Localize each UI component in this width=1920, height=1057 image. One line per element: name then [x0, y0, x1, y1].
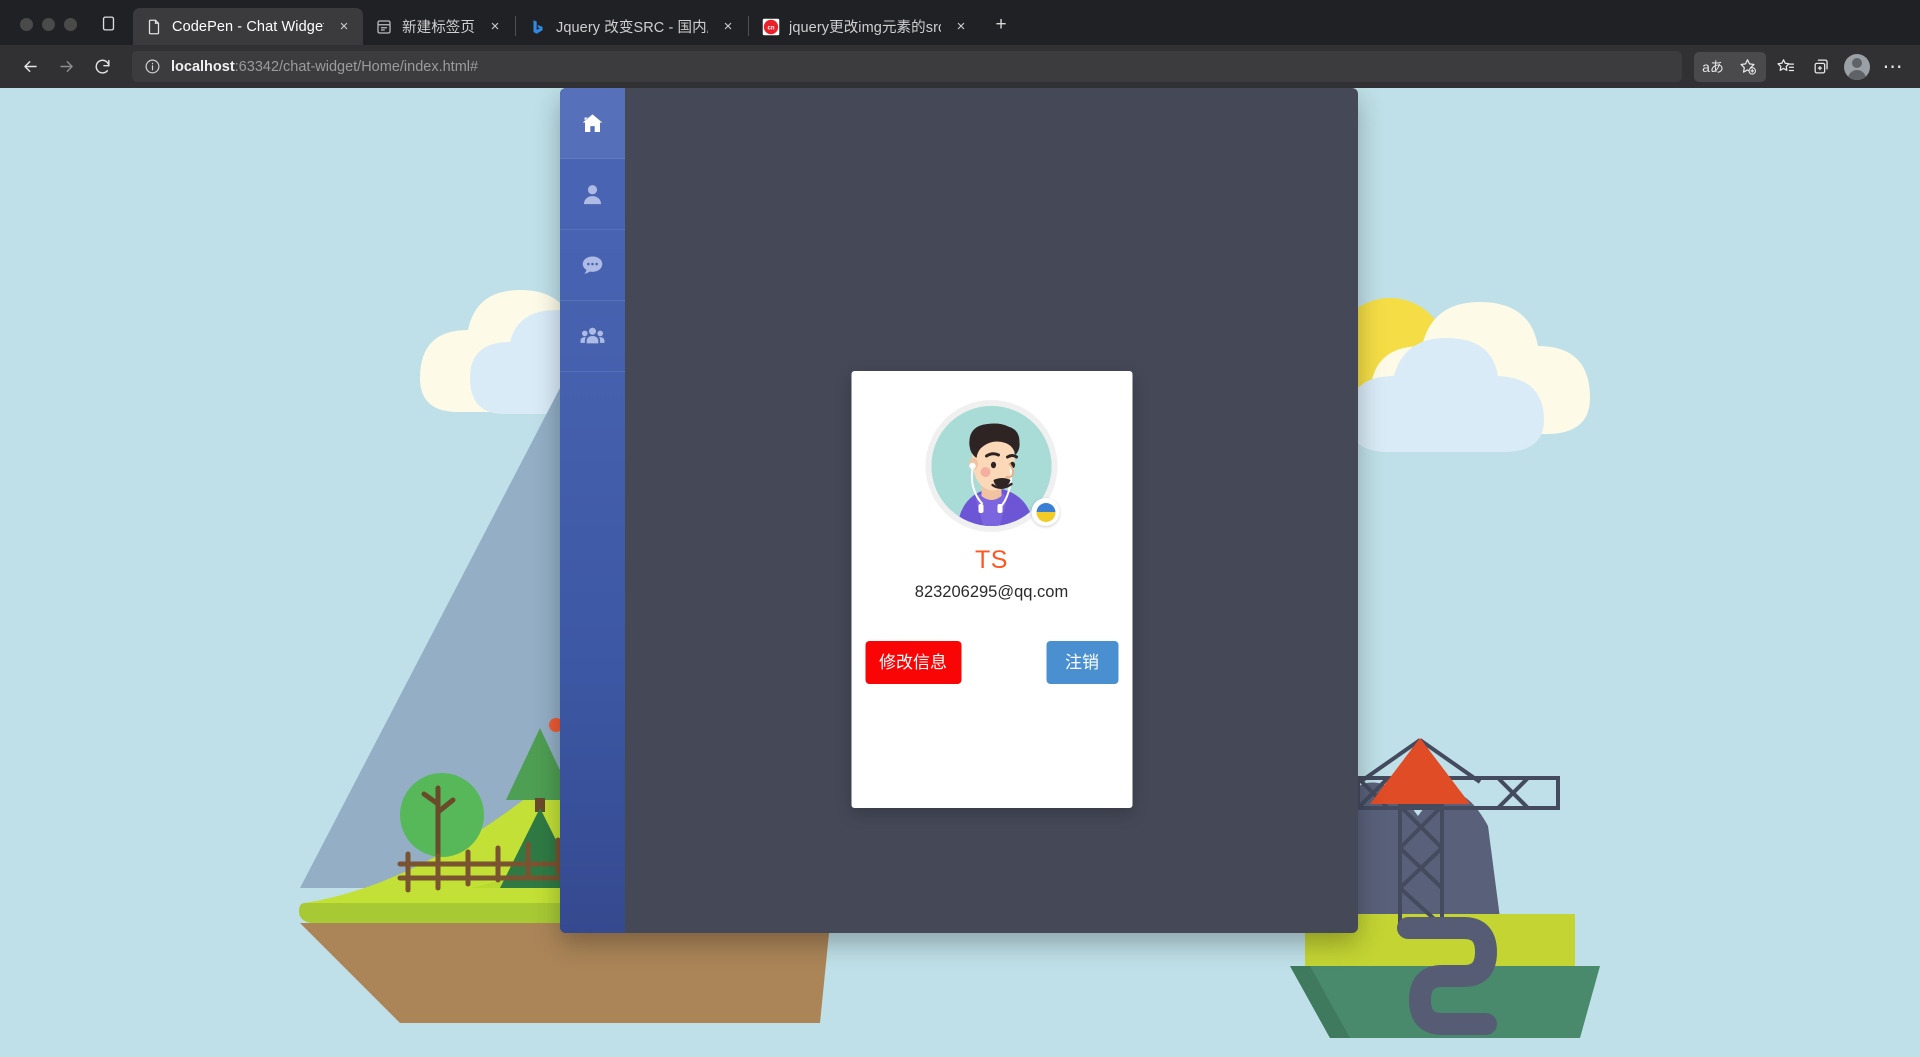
svg-text:cn: cn [767, 25, 774, 31]
minimize-window-button[interactable] [42, 18, 55, 31]
tab-list-button[interactable] [91, 6, 125, 40]
url-host: localhost [171, 59, 235, 75]
chat-app-window: TS 823206295@qq.com 修改信息 注销 [560, 88, 1358, 933]
sidebar-item-home[interactable] [560, 88, 625, 159]
new-tab-button[interactable]: + [986, 10, 1016, 40]
status-badge [1032, 498, 1060, 526]
tab-title: jquery更改img元素的src属性的方 [789, 16, 941, 37]
tab-strip: CodePen - Chat Widget × 新建标签页 × [0, 0, 1920, 45]
logout-button[interactable]: 注销 [1046, 641, 1118, 684]
sidebar-item-chat[interactable] [560, 230, 625, 301]
forward-arrow-icon[interactable] [50, 51, 82, 83]
tab-csdn-jquery-img-src[interactable]: cn jquery更改img元素的src属性的方 × [750, 8, 980, 45]
app-content-area: TS 823206295@qq.com 修改信息 注销 [625, 88, 1358, 933]
translate-label: aあ [1702, 57, 1724, 77]
user-icon [580, 182, 605, 207]
tab-container: CodePen - Chat Widget × 新建标签页 × [133, 8, 1920, 45]
navigation-toolbar: localhost:63342/chat-widget/Home/index.h… [0, 45, 1920, 88]
more-label: ⋯ [1883, 61, 1904, 73]
maximize-window-button[interactable] [64, 18, 77, 31]
close-tab-button[interactable]: × [950, 16, 972, 38]
tab-title: 新建标签页 [402, 16, 475, 37]
translate-pill[interactable]: aあ [1694, 52, 1766, 82]
window-controls[interactable] [10, 18, 89, 45]
chat-icon [580, 253, 605, 278]
add-favorite-icon[interactable] [1730, 52, 1764, 82]
user-email: 823206295@qq.com [915, 583, 1068, 602]
browser-window: CodePen - Chat Widget × 新建标签页 × [0, 0, 1920, 1057]
translate-icon[interactable]: aあ [1696, 52, 1730, 82]
home-icon [580, 111, 605, 136]
more-settings-icon[interactable]: ⋯ [1876, 52, 1910, 82]
group-icon [580, 324, 605, 349]
tab-divider [748, 16, 749, 36]
tab-bing-jquery-src[interactable]: Jquery 改变SRC - 国内版 Bing × [517, 8, 747, 45]
edit-info-button[interactable]: 修改信息 [865, 641, 961, 684]
card-action-row: 修改信息 注销 [851, 641, 1132, 684]
tab-codepen[interactable]: CodePen - Chat Widget × [133, 8, 363, 45]
close-tab-button[interactable]: × [484, 16, 506, 38]
sidebar-spacer [560, 372, 625, 933]
flag-icon [1036, 503, 1055, 522]
tab-divider [515, 16, 516, 36]
url-path: :63342/chat-widget/Home/index.html# [235, 59, 478, 75]
page-viewport: TS 823206295@qq.com 修改信息 注销 [0, 88, 1920, 1057]
profile-card: TS 823206295@qq.com 修改信息 注销 [851, 371, 1132, 808]
bing-icon [529, 18, 547, 36]
newtab-icon [375, 18, 393, 36]
favorites-icon[interactable] [1768, 52, 1802, 82]
tab-new-page[interactable]: 新建标签页 × [363, 8, 514, 45]
sidebar-item-contacts[interactable] [560, 301, 625, 372]
address-bar-url: localhost:63342/chat-widget/Home/index.h… [171, 59, 478, 75]
collections-icon[interactable] [1804, 52, 1838, 82]
close-window-button[interactable] [20, 18, 33, 31]
sidebar-item-profile[interactable] [560, 159, 625, 230]
reload-arrow-icon[interactable] [86, 51, 118, 83]
avatar-wrapper [926, 400, 1058, 532]
close-tab-button[interactable]: × [717, 16, 739, 38]
close-tab-button[interactable]: × [333, 16, 355, 38]
tab-title: Jquery 改变SRC - 国内版 Bing [556, 16, 708, 37]
address-bar[interactable]: localhost:63342/chat-widget/Home/index.h… [132, 51, 1682, 82]
toolbar-right-actions: aあ [1694, 52, 1910, 82]
document-icon [145, 18, 163, 36]
csdn-icon: cn [762, 18, 780, 36]
avatar [1844, 54, 1870, 80]
info-icon[interactable] [144, 58, 161, 75]
user-display-name: TS [975, 546, 1008, 575]
back-arrow-icon[interactable] [14, 51, 46, 83]
tab-title: CodePen - Chat Widget [172, 19, 324, 35]
app-sidebar [560, 88, 625, 933]
profile-avatar[interactable] [1840, 52, 1874, 82]
